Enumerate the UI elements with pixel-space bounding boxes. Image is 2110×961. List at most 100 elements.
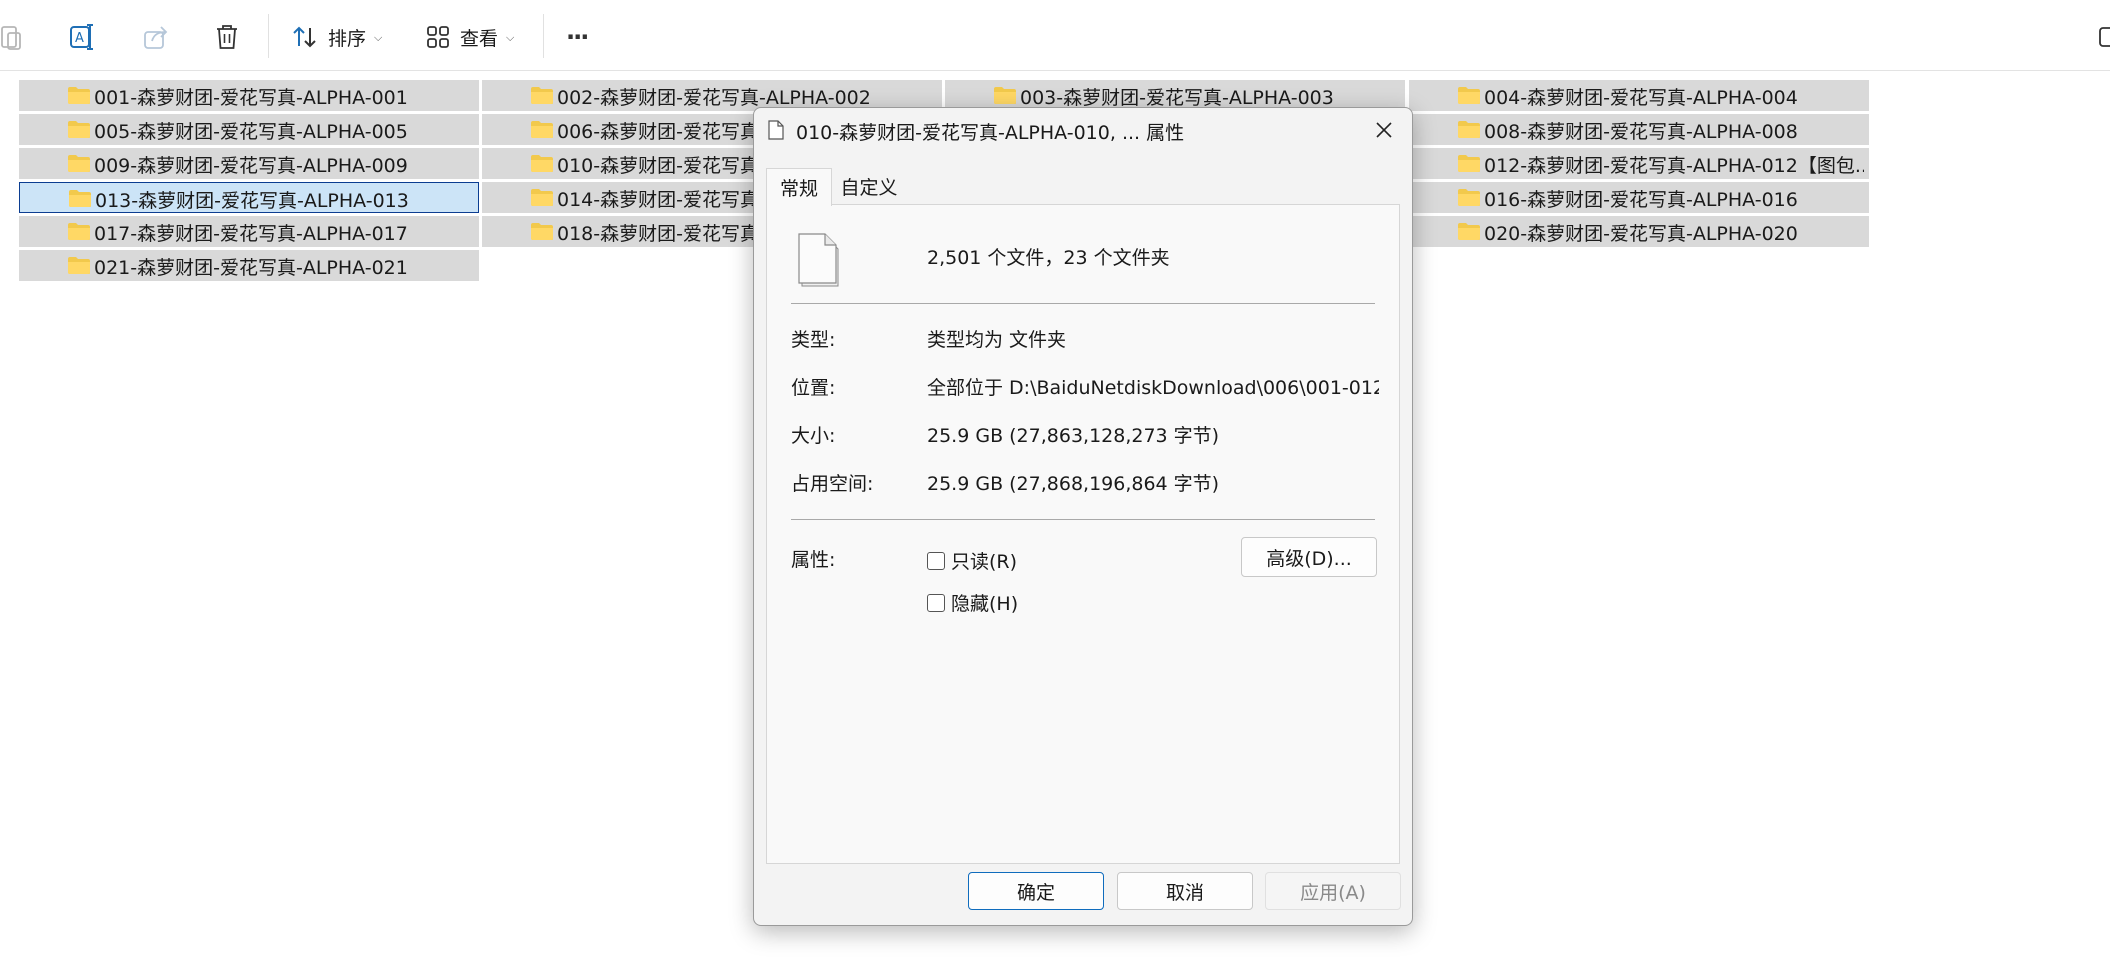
hidden-checkbox[interactable]: 隐藏(H) — [927, 589, 1018, 616]
folder-icon — [68, 155, 90, 172]
sort-label: 排序 — [328, 27, 367, 50]
close-icon — [1376, 122, 1392, 138]
folder-name: 012-森萝财团-爱花写真-ALPHA-012【图包... — [1484, 155, 1864, 177]
details-pane-button[interactable] — [2098, 18, 2110, 56]
tab-general[interactable]: 常规 — [766, 168, 832, 206]
type-label: 类型: — [791, 329, 836, 351]
size-on-disk-value: 25.9 GB (27,868,196,864 字节) — [927, 473, 1220, 495]
apply-button[interactable]: 应用(A) — [1265, 872, 1401, 910]
attributes-label: 属性: — [791, 549, 836, 571]
folder-item[interactable]: 009-森萝财团-爱花写真-ALPHA-009 — [19, 148, 479, 179]
folder-item[interactable]: 017-森萝财团-爱花写真-ALPHA-017 — [19, 216, 479, 247]
folder-item[interactable]: 005-森萝财团-爱花写真-ALPHA-005 — [19, 114, 479, 145]
file-icon — [768, 120, 784, 140]
checkbox-box[interactable] — [927, 593, 945, 612]
folder-item[interactable]: 008-森萝财团-爱花写真-ALPHA-008 — [1409, 114, 1869, 145]
view-label: 查看 — [460, 27, 499, 50]
general-tab-panel: 2,501 个文件，23 个文件夹 类型: 类型均为 文件夹 位置: 全部位于 … — [766, 204, 1400, 864]
folder-icon — [531, 155, 553, 172]
folder-item[interactable]: 016-森萝财团-爱花写真-ALPHA-016 — [1409, 182, 1869, 213]
chevron-down-icon: ⌵ — [506, 31, 515, 44]
folder-item[interactable]: 001-森萝财团-爱花写真-ALPHA-001 — [19, 80, 479, 111]
folder-name: 003-森萝财团-爱花写真-ALPHA-003 — [1020, 87, 1334, 109]
rename-button[interactable]: A — [68, 18, 98, 56]
folder-icon — [531, 223, 553, 240]
folder-icon — [1458, 223, 1480, 240]
folder-name: 002-森萝财团-爱花写真-ALPHA-002 — [557, 87, 871, 109]
more-icon: ··· — [566, 23, 589, 51]
folder-name: 006-森萝财团-爱花写真 — [557, 121, 759, 143]
readonly-checkbox[interactable]: 只读(R) — [927, 547, 1017, 574]
folder-icon — [68, 87, 90, 104]
folder-icon — [1458, 155, 1480, 172]
sort-button[interactable]: 排序 ⌵ — [292, 18, 382, 56]
more-options-button[interactable]: ··· — [566, 18, 589, 56]
share-button[interactable] — [142, 18, 170, 56]
chevron-down-icon: ⌵ — [374, 31, 383, 44]
readonly-label: 只读(R) — [951, 551, 1018, 573]
rename-icon: A — [70, 24, 93, 50]
paste-icon — [1, 26, 21, 50]
dialog-title: 010-森萝财团-爱花写真-ALPHA-010, ... 属性 — [796, 122, 1185, 144]
checkbox-box[interactable] — [927, 551, 945, 570]
folder-name: 018-森萝财团-爱花写真 — [557, 223, 759, 245]
hidden-label: 隐藏(H) — [951, 593, 1019, 615]
folder-icon — [994, 87, 1016, 104]
folder-item[interactable]: 020-森萝财团-爱花写真-ALPHA-020 — [1409, 216, 1869, 247]
delete-button[interactable] — [214, 18, 240, 56]
folder-name: 009-森萝财团-爱花写真-ALPHA-009 — [94, 155, 408, 177]
folder-icon — [68, 121, 90, 138]
details-pane-icon — [2099, 27, 2110, 47]
trash-icon — [217, 25, 237, 49]
folder-name: 005-森萝财团-爱花写真-ALPHA-005 — [94, 121, 408, 143]
item-count: 2,501 个文件，23 个文件夹 — [927, 247, 1170, 269]
folder-name: 008-森萝财团-爱花写真-ALPHA-008 — [1484, 121, 1798, 143]
size-on-disk-label: 占用空间: — [791, 473, 874, 495]
ok-button[interactable]: 确定 — [968, 872, 1104, 910]
share-icon — [144, 26, 168, 49]
folder-name: 021-森萝财团-爱花写真-ALPHA-021 — [94, 257, 408, 279]
sort-icon — [293, 26, 316, 48]
advanced-button[interactable]: 高级(D)... — [1241, 537, 1377, 577]
folder-icon — [531, 121, 553, 138]
folder-icon — [68, 257, 90, 274]
folder-name: 004-森萝财团-爱花写真-ALPHA-004 — [1484, 87, 1798, 109]
location-label: 位置: — [791, 377, 836, 399]
location-value: 全部位于 D:\BaiduNetdiskDownload\006\001-012… — [927, 377, 1379, 399]
folder-name: 014-森萝财团-爱花写真 — [557, 189, 759, 211]
toolbar-divider — [543, 14, 544, 58]
divider — [791, 519, 1375, 520]
toolbar-divider — [268, 14, 269, 58]
view-grid-icon — [427, 26, 449, 48]
cancel-button[interactable]: 取消 — [1117, 872, 1253, 910]
multiple-files-icon — [798, 233, 839, 287]
folder-item[interactable]: 012-森萝财团-爱花写真-ALPHA-012【图包... — [1409, 148, 1869, 179]
folder-icon — [531, 189, 553, 206]
folder-icon — [68, 223, 90, 240]
folder-name: 016-森萝财团-爱花写真-ALPHA-016 — [1484, 189, 1798, 211]
folder-icon — [1458, 87, 1480, 104]
folder-item-focused[interactable]: 013-森萝财团-爱花写真-ALPHA-013 — [19, 182, 479, 213]
folder-item[interactable]: 004-森萝财团-爱花写真-ALPHA-004 — [1409, 80, 1869, 111]
divider — [791, 303, 1375, 304]
properties-dialog: 010-森萝财团-爱花写真-ALPHA-010, ... 属性 常规 自定义 2… — [753, 107, 1413, 926]
view-button[interactable]: 查看 ⌵ — [426, 18, 514, 56]
folder-name: 010-森萝财团-爱花写真 — [557, 155, 759, 177]
tab-custom[interactable]: 自定义 — [834, 168, 904, 204]
svg-text:A: A — [75, 31, 84, 46]
folder-name: 017-森萝财团-爱花写真-ALPHA-017 — [94, 223, 408, 245]
folder-name: 020-森萝财团-爱花写真-ALPHA-020 — [1484, 223, 1798, 245]
folder-icon — [69, 190, 91, 207]
folder-icon — [1458, 121, 1480, 138]
close-button[interactable] — [1366, 114, 1402, 146]
type-value: 类型均为 文件夹 — [927, 329, 1067, 351]
folder-icon — [1458, 189, 1480, 206]
folder-name: 013-森萝财团-爱花写真-ALPHA-013 — [95, 190, 409, 212]
size-label: 大小: — [791, 425, 836, 447]
folder-icon — [531, 87, 553, 104]
size-value: 25.9 GB (27,863,128,273 字节) — [927, 425, 1220, 447]
command-bar: A 排序 ⌵ 查看 ⌵ ··· — [0, 0, 2110, 71]
paste-button[interactable] — [0, 18, 26, 56]
folder-name: 001-森萝财团-爱花写真-ALPHA-001 — [94, 87, 408, 109]
folder-item[interactable]: 021-森萝财团-爱花写真-ALPHA-021 — [19, 250, 479, 281]
